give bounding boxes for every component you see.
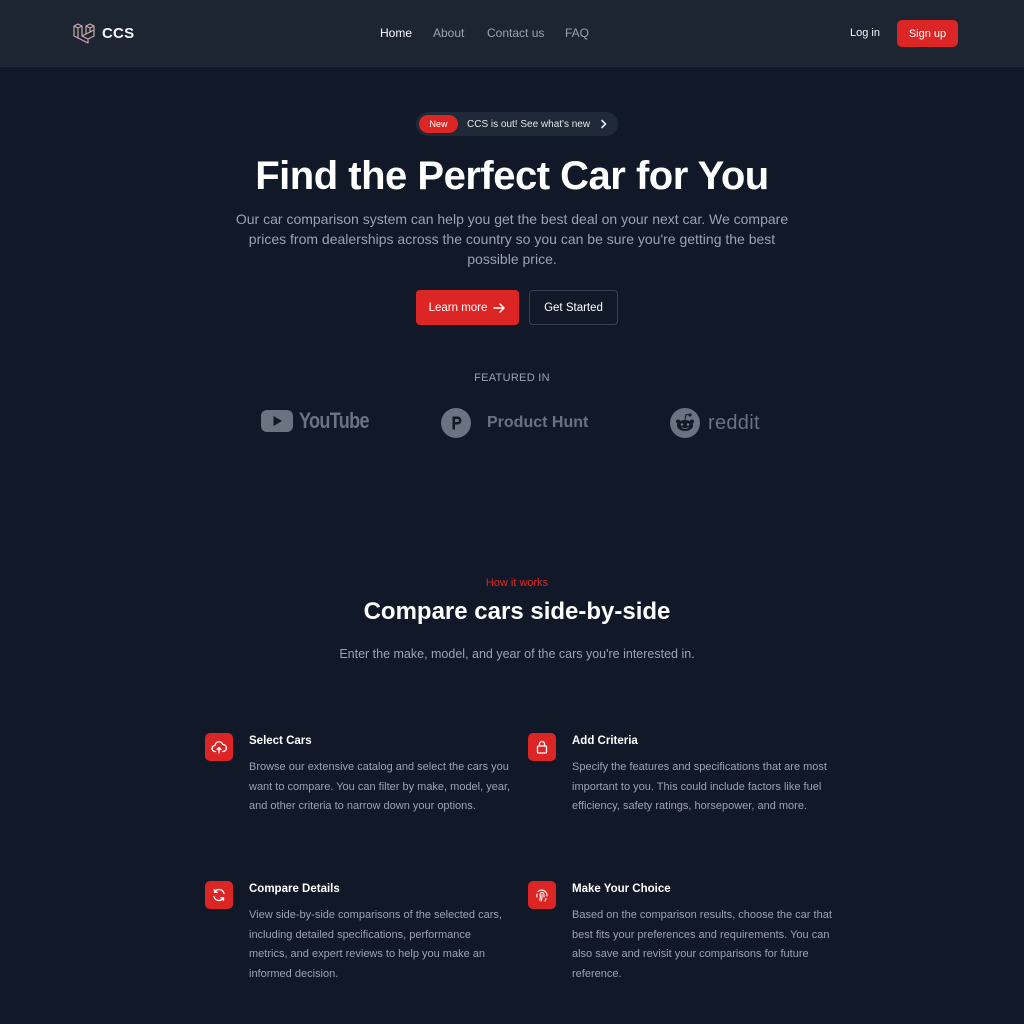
announcement-pill[interactable]: New CCS is out! See what's new bbox=[416, 112, 618, 136]
how-it-works-label: How it works bbox=[485, 577, 549, 589]
cloud-upload-icon bbox=[205, 733, 233, 761]
laravel-logo-icon bbox=[73, 23, 95, 44]
product-hunt-wordmark: Product Hunt bbox=[487, 414, 589, 431]
feature-description: View side-by-side comparisons of the sel… bbox=[249, 909, 502, 980]
reddit-logo-icon bbox=[670, 408, 700, 438]
announcement-text: CCS is out! See what's new bbox=[467, 118, 591, 130]
chevron-right-icon bbox=[601, 119, 607, 129]
get-started-button[interactable]: Get Started bbox=[529, 290, 618, 325]
feature-title: Compare Details bbox=[249, 883, 340, 895]
feature-description: Based on the comparison results, choose … bbox=[572, 909, 832, 980]
logo[interactable]: CCS bbox=[72, 21, 134, 45]
lock-icon bbox=[528, 733, 556, 761]
product-hunt-logo-icon bbox=[441, 408, 471, 438]
feature-description: Specify the features and specifications … bbox=[572, 761, 827, 812]
brand-youtube: YouTube bbox=[261, 408, 384, 434]
section-subtitle: Enter the make, model, and year of the c… bbox=[339, 647, 695, 661]
login-link[interactable]: Log in bbox=[850, 27, 880, 39]
fingerprint-icon bbox=[528, 881, 556, 909]
signup-button[interactable]: Sign up bbox=[897, 20, 958, 47]
section-title: Compare cars side-by-side bbox=[363, 598, 671, 625]
feature-title: Make Your Choice bbox=[572, 883, 671, 895]
youtube-logo-icon bbox=[261, 410, 293, 432]
feature-description: Browse our extensive catalog and select … bbox=[249, 761, 511, 812]
hero-description: Our car comparison system can help you g… bbox=[235, 211, 789, 267]
refresh-icon bbox=[205, 881, 233, 909]
site-header: CCS Home About Contact us FAQ Log in Sig… bbox=[0, 0, 1024, 67]
new-badge: New bbox=[419, 115, 458, 133]
feature-title: Select Cars bbox=[249, 735, 312, 747]
youtube-wordmark: YouTube bbox=[299, 408, 370, 433]
nav-contact[interactable]: Contact us bbox=[487, 26, 544, 40]
nav-about[interactable]: About bbox=[433, 26, 464, 40]
arrow-right-icon bbox=[493, 302, 506, 313]
logo-text: CCS bbox=[102, 24, 135, 42]
reddit-wordmark: reddit bbox=[708, 411, 760, 434]
feature-title: Add Criteria bbox=[572, 735, 638, 747]
learn-more-button[interactable]: Learn more bbox=[416, 290, 519, 325]
hero-title: Find the Perfect Car for You bbox=[255, 154, 769, 198]
brand-product-hunt: Product Hunt bbox=[441, 408, 588, 438]
featured-label: FEATURED IN bbox=[474, 372, 550, 384]
nav-faq[interactable]: FAQ bbox=[565, 26, 589, 40]
nav-home[interactable]: Home bbox=[380, 26, 412, 40]
learn-more-label: Learn more bbox=[428, 301, 488, 314]
brand-reddit: reddit bbox=[670, 408, 760, 438]
